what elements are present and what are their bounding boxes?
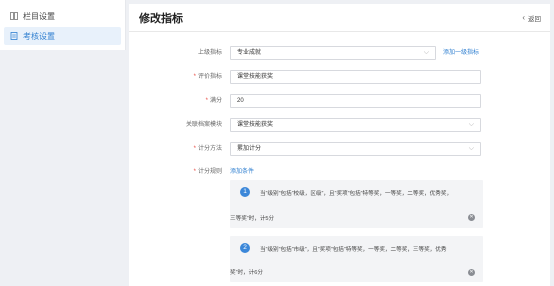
chevron-down-icon: ⌵ xyxy=(468,121,474,128)
back-label: 返回 xyxy=(528,15,541,23)
page-title: 修改指标 xyxy=(139,12,183,25)
parent-value: 专业成就 xyxy=(237,50,262,56)
name-input[interactable]: 课堂技能获奖 xyxy=(230,70,481,84)
score-label: * 满分 xyxy=(205,98,222,104)
parent-label: 上级指标 xyxy=(197,50,222,56)
module-value: 课堂技能获奖 xyxy=(237,122,274,128)
remove-rule-icon[interactable]: ✕ xyxy=(468,214,475,221)
name-value: 课堂技能获奖 xyxy=(237,74,274,80)
sidebar: 栏目设置 考核设置 xyxy=(0,0,126,50)
sidebar-item-label: 栏目设置 xyxy=(23,11,55,21)
method-label: * 计分方法 xyxy=(193,146,222,152)
main-panel: 修改指标 ‹ 返回 上级指标 专业成就 ⌵ 添加一级指标 * 评价指标 课堂技能获… xyxy=(129,4,550,286)
back-button[interactable]: ‹ 返回 xyxy=(522,13,541,23)
rule-text-line2: 三等奖”时，计5分 xyxy=(230,216,275,222)
parent-select[interactable]: 专业成就 ⌵ xyxy=(230,46,436,60)
score-value: 20 xyxy=(237,98,244,104)
module-label: 关联档案模块 xyxy=(185,122,222,128)
method-row: * 计分方法 累加计分 ⌵ xyxy=(129,142,550,156)
rule-number-badge: 1 xyxy=(240,187,250,197)
score-row: * 满分 20 xyxy=(129,94,550,108)
rule-number-badge: 2 xyxy=(240,243,250,253)
module-select[interactable]: 课堂技能获奖 ⌵ xyxy=(230,118,481,132)
chevron-down-icon: ⌵ xyxy=(423,49,429,56)
rule-card: 2 当“级别”包括“市级”，且“奖项”包括“特等奖，一等奖，二等奖，三等奖，优秀… xyxy=(230,236,483,282)
name-label: * 评价指标 xyxy=(193,74,222,80)
rule-text-line1: 当“级别”包括“校级，区级”，且“奖项”包括“特等奖，一等奖，二等奖，优秀奖， xyxy=(260,191,453,197)
sidebar-item-label: 考核设置 xyxy=(23,31,55,41)
name-row: * 评价指标 课堂技能获奖 xyxy=(129,70,550,84)
add-top-level-link[interactable]: 添加一级指标 xyxy=(443,46,479,60)
method-value: 累加计分 xyxy=(237,146,262,152)
document-icon xyxy=(10,32,18,40)
rules-row: * 计分规则 添加条件 xyxy=(129,165,550,179)
score-input[interactable]: 20 xyxy=(230,94,481,108)
sidebar-item-assessment-settings[interactable]: 考核设置 xyxy=(4,27,121,45)
add-condition-link[interactable]: 添加条件 xyxy=(230,165,254,179)
sidebar-item-column-settings[interactable]: 栏目设置 xyxy=(4,7,121,25)
module-row: 关联档案模块 课堂技能获奖 ⌵ xyxy=(129,118,550,132)
page-header: 修改指标 ‹ 返回 xyxy=(129,4,550,32)
rule-text-line1: 当“级别”包括“市级”，且“奖项”包括“特等奖，一等奖，二等奖，三等奖，优秀 xyxy=(260,247,447,253)
parent-row: 上级指标 专业成就 ⌵ 添加一级指标 xyxy=(129,46,550,60)
remove-rule-icon[interactable]: ✕ xyxy=(468,269,475,276)
column-icon xyxy=(10,12,18,20)
rule-text-line2: 奖”时，计6分 xyxy=(230,270,263,276)
chevron-down-icon: ⌵ xyxy=(468,145,474,152)
method-select[interactable]: 累加计分 ⌵ xyxy=(230,142,481,156)
rules-label: * 计分规则 xyxy=(193,169,222,175)
rule-card: 1 当“级别”包括“校级，区级”，且“奖项”包括“特等奖，一等奖，二等奖，优秀奖… xyxy=(230,180,483,228)
chevron-left-icon: ‹ xyxy=(522,13,525,22)
